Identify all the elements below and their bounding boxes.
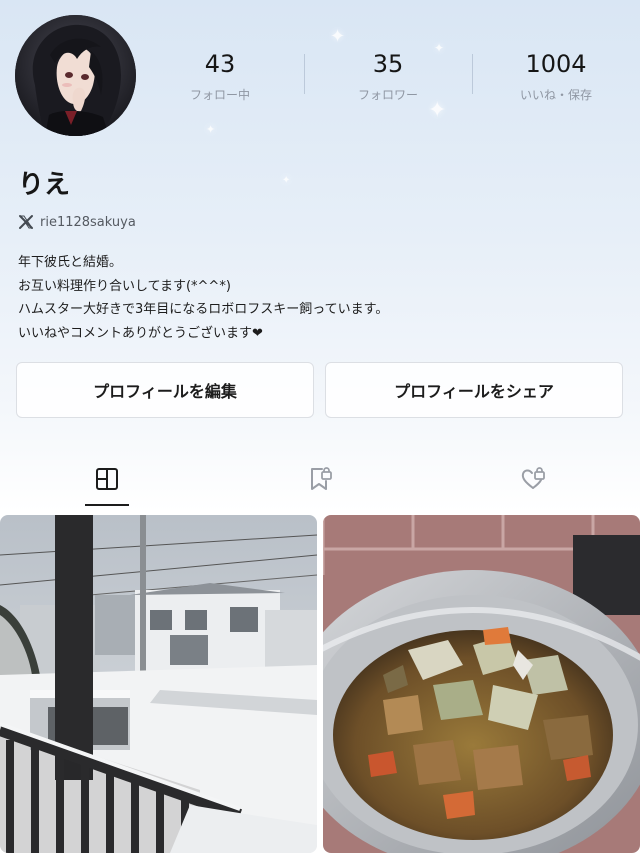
sparkle-icon: ✦ <box>282 175 291 186</box>
bio-line: 年下彼氏と結婚。 <box>18 255 123 270</box>
likes-count: 1004 <box>525 50 587 78</box>
bio-line: いいねやコメントありがとうございます❤ <box>18 325 263 341</box>
stat-followers[interactable]: 35 フォロワー <box>304 40 472 120</box>
post-thumbnail-snow[interactable] <box>0 515 317 853</box>
edit-profile-button[interactable]: プロフィールを編集 <box>16 362 314 418</box>
tab-liked[interactable] <box>427 450 640 508</box>
avatar[interactable] <box>15 15 136 136</box>
likes-label: いいね・保存 <box>519 88 592 102</box>
stat-following[interactable]: 43 フォロー中 <box>136 40 304 120</box>
x-logo-icon <box>18 214 34 230</box>
stew-pot-photo <box>323 515 640 853</box>
snowy-street-photo <box>0 515 317 853</box>
share-profile-button[interactable]: プロフィールをシェア <box>325 362 623 418</box>
stat-likes-saves[interactable]: 1004 いいね・保存 <box>472 40 640 120</box>
profile-bio: 年下彼氏と結婚。 お互い料理作り合いしてます(*^^*) ハムスター大好きで3年… <box>18 251 618 345</box>
bio-line: お互い料理作り合いしてます(*^^*) <box>18 278 231 294</box>
sparkle-icon: ✦ <box>206 123 216 136</box>
x-handle: rie1128sakuya <box>40 214 136 230</box>
avatar-illustration <box>15 15 136 136</box>
bio-line: ハムスター大好きで3年目になるロボロフスキー飼っています。 <box>18 302 389 317</box>
grid-icon <box>95 468 118 490</box>
profile-tabs <box>0 450 640 508</box>
post-thumbnail-stew[interactable] <box>323 515 640 853</box>
bookmark-lock-icon <box>310 467 332 490</box>
followers-label: フォロワー <box>357 88 418 102</box>
profile-stats: 43 フォロー中 35 フォロワー 1004 いいね・保存 <box>136 40 640 120</box>
following-count: 43 <box>204 50 236 78</box>
tab-saved[interactable] <box>213 450 426 508</box>
x-account-link[interactable]: rie1128sakuya <box>18 214 136 230</box>
tab-posts[interactable] <box>0 450 213 508</box>
display-name: りえ <box>18 170 71 200</box>
heart-lock-icon <box>522 467 546 489</box>
followers-count: 35 <box>372 50 404 78</box>
following-label: フォロー中 <box>189 88 250 102</box>
